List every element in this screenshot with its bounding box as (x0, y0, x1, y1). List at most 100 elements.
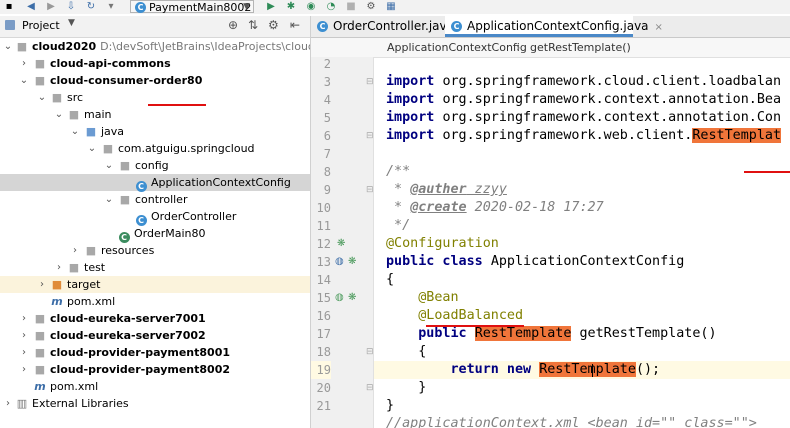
chevron-down-icon[interactable]: ⌄ (19, 72, 29, 89)
chevron-right-icon[interactable]: › (19, 344, 29, 361)
collapse-all-icon[interactable]: ⇅ (248, 18, 258, 32)
spring-config-gutter-icon[interactable]: ❋ (337, 235, 345, 253)
code-line: /** (386, 164, 411, 179)
fold-icon[interactable]: ⊟ (366, 73, 374, 91)
code-line: } (386, 380, 427, 395)
tree-item-cloud-provider-payment8002[interactable]: › ■ cloud-provider-payment8002 (0, 361, 310, 378)
tree-item-resources[interactable]: › ■ resources (0, 242, 310, 259)
code-line: import org.springframework.context.annot… (386, 110, 782, 125)
gear-icon[interactable]: ⚙ (268, 18, 279, 32)
chevron-down-icon[interactable]: ⌄ (37, 89, 47, 106)
code-area[interactable]: import org.springframework.cloud.client.… (374, 57, 790, 428)
module-folder-icon: ■ (16, 40, 28, 53)
project-panel-header: Project ▼ ⊕ ⇅ ⚙ ⇤ (0, 16, 310, 38)
code-line: @LoadBalanced (386, 308, 524, 323)
class-gutter-icon[interactable]: ◍ (335, 253, 344, 271)
tree-item-controller[interactable]: ⌄ ■ controller (0, 191, 310, 208)
chevron-right-icon[interactable]: › (19, 327, 29, 344)
tree-item-cloud-provider-payment8001[interactable]: › ■ cloud-provider-payment8001 (0, 344, 310, 361)
module-folder-icon: ■ (34, 57, 46, 70)
tree-item-test[interactable]: › ■ test (0, 259, 310, 276)
chevron-down-icon[interactable]: ⌄ (87, 140, 97, 157)
tree-item-main[interactable]: ⌄ ■ main (0, 106, 310, 123)
fold-icon[interactable]: ⊟ (366, 343, 374, 361)
spring-bean-gutter-icon[interactable]: ❋ (348, 253, 356, 271)
line-number: 18 (316, 345, 331, 359)
tree-item-order-controller[interactable]: C OrderController (0, 208, 310, 226)
tree-item-label: main (84, 108, 112, 121)
tree-item-config[interactable]: ⌄ ■ config (0, 157, 310, 174)
project-panel-title[interactable]: Project (22, 19, 60, 32)
breadcrumb-method[interactable]: getRestTemplate() (530, 38, 631, 57)
chevron-down-icon[interactable]: ⌄ (70, 123, 80, 140)
locate-icon[interactable]: ⊕ (228, 18, 238, 32)
debug-icon[interactable]: ✱ (284, 1, 298, 13)
run-config-selector[interactable]: C PaymentMain8002 ▼ (130, 0, 254, 14)
tree-item-cloud-eureka-server7001[interactable]: › ■ cloud-eureka-server7001 (0, 310, 310, 327)
tree-item-java[interactable]: ⌄ ■ java (0, 123, 310, 140)
forward-icon[interactable]: ▶ (44, 1, 58, 13)
fold-icon[interactable]: ⊟ (366, 127, 374, 145)
build-icon[interactable]: ⇩ (64, 1, 78, 13)
tree-item-pom-xml[interactable]: m pom.xml (0, 293, 310, 310)
line-number: 2 (323, 57, 331, 71)
settings-icon[interactable]: ⚙ (364, 1, 378, 13)
package-icon: ■ (102, 142, 114, 155)
chevron-right-icon[interactable]: › (19, 361, 29, 378)
maven-icon: m (51, 295, 63, 308)
tab-order-controller[interactable]: C OrderController.java× (311, 16, 468, 37)
profile-icon[interactable]: ◔ (324, 1, 338, 13)
chevron-right-icon[interactable]: › (19, 55, 29, 72)
red-underline-annotation (744, 171, 790, 173)
sync-icon[interactable]: ↻ (84, 1, 98, 13)
line-number: 14 (316, 273, 331, 287)
current-code-line: return new RestTemplate(); (374, 361, 790, 379)
chevron-right-icon[interactable]: › (3, 395, 13, 412)
breadcrumb-class[interactable]: ApplicationContextConfig (387, 38, 527, 57)
red-underline-annotation (426, 325, 524, 327)
chevron-right-icon[interactable]: › (19, 310, 29, 327)
run-icon[interactable]: ▶ (264, 1, 278, 13)
code-line: public RestTemplate getRestTemplate() (418, 326, 717, 341)
stop-icon[interactable]: ■ (344, 1, 358, 13)
back-icon[interactable]: ◀ (24, 1, 38, 13)
tree-item-target[interactable]: › ■ target (0, 276, 310, 293)
text-caret (592, 364, 593, 377)
line-number: 9 (323, 183, 331, 197)
line-number: 15 (316, 291, 331, 305)
run-config-label: PaymentMain8002 (149, 1, 252, 14)
chevron-right-icon[interactable]: › (37, 276, 47, 293)
hide-panel-icon[interactable]: ⇤ (290, 18, 300, 32)
chevron-down-icon[interactable]: ⌄ (3, 38, 13, 55)
project-structure-icon[interactable]: ▦ (384, 1, 398, 13)
close-icon[interactable]: × (655, 22, 663, 33)
line-number: 12 (316, 237, 331, 251)
library-icon: ▥ (16, 397, 28, 410)
tree-item-external-libraries[interactable]: › ▥ External Libraries (0, 395, 310, 412)
chevron-right-icon[interactable]: › (70, 242, 80, 259)
view-mode-dropdown-icon[interactable]: ▼ (68, 18, 75, 28)
bean-method-gutter-icon[interactable]: ◍ (335, 289, 344, 307)
tree-item-order-main80[interactable]: C OrderMain80 (0, 225, 310, 243)
run-config-icon: C (135, 2, 146, 13)
chevron-right-icon[interactable]: › (54, 259, 64, 276)
dropdown-icon[interactable]: ▾ (104, 1, 118, 13)
tree-item-cloud-eureka-server7002[interactable]: › ■ cloud-eureka-server7002 (0, 327, 310, 344)
breadcrumb-separator-icon: › (516, 41, 521, 54)
chevron-down-icon[interactable]: ⌄ (104, 191, 114, 208)
tree-item-application-context-config[interactable]: C ApplicationContextConfig (0, 174, 310, 192)
fold-icon[interactable]: ⊟ (366, 379, 374, 397)
fold-icon[interactable]: ⊟ (366, 181, 374, 199)
tree-item-cloud2020[interactable]: ⌄ ■ cloud2020 D:\devSoft\JetBrains\IdeaPr… (0, 38, 310, 55)
tree-item-root-pom-xml[interactable]: m pom.xml (0, 378, 310, 395)
spring-bean-gutter-icon[interactable]: ❋ (348, 289, 356, 307)
chevron-down-icon[interactable]: ⌄ (104, 157, 114, 174)
tree-item-com-atguigu-springcloud[interactable]: ⌄ ■ com.atguigu.springcloud (0, 140, 310, 157)
code-line: @Configuration (386, 236, 499, 251)
coverage-icon[interactable]: ◉ (304, 1, 318, 13)
chevron-down-icon[interactable]: ⌄ (54, 106, 64, 123)
tab-application-context-config[interactable]: C ApplicationContextConfig.java × (445, 16, 663, 37)
module-icon[interactable]: ▪ (2, 1, 16, 13)
tree-item-cloud-api-commons[interactable]: › ■ cloud-api-commons (0, 55, 310, 72)
tree-item-cloud-consumer-order80[interactable]: ⌄ ■ cloud-consumer-order80 (0, 72, 310, 89)
